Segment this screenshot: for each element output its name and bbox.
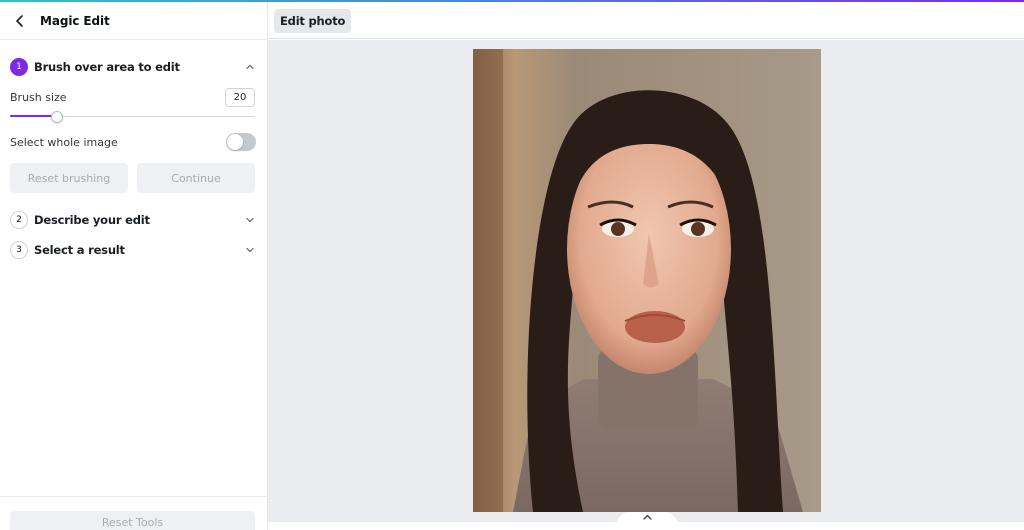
slider-thumb[interactable] xyxy=(50,111,63,123)
back-button[interactable] xyxy=(2,3,38,39)
step-label: Select a result xyxy=(34,243,125,257)
top-toolbar: Edit photo xyxy=(268,2,1024,39)
reset-brushing-button[interactable]: Reset brushing xyxy=(10,163,128,193)
chevron-down-icon xyxy=(244,214,256,226)
step-label: Describe your edit xyxy=(34,213,150,227)
step-brush-area[interactable]: 1 Brush over area to edit xyxy=(10,57,256,77)
step-number-badge: 3 xyxy=(10,241,28,259)
collapse-panel-tab[interactable] xyxy=(616,512,678,530)
magic-edit-panel: Magic Edit 1 Brush over area to edit Bru… xyxy=(0,2,268,530)
portrait-illustration xyxy=(473,49,821,512)
select-whole-image-label: Select whole image xyxy=(10,136,118,149)
brush-size-label: Brush size xyxy=(10,91,67,104)
reset-tools-button[interactable]: Reset Tools xyxy=(10,511,255,530)
chevron-left-icon xyxy=(16,14,23,27)
step-select-result[interactable]: 3 Select a result xyxy=(10,240,256,260)
brush-size-slider[interactable] xyxy=(10,110,255,124)
step-number-badge: 2 xyxy=(10,211,28,229)
panel-header: Magic Edit xyxy=(0,2,267,40)
select-whole-image-toggle[interactable] xyxy=(226,133,256,151)
editor-canvas xyxy=(268,40,1024,522)
step-describe-edit[interactable]: 2 Describe your edit xyxy=(10,210,256,230)
continue-button[interactable]: Continue xyxy=(137,163,255,193)
edit-photo-button[interactable]: Edit photo xyxy=(274,9,352,33)
toggle-knob xyxy=(227,134,243,150)
panel-title: Magic Edit xyxy=(40,13,110,28)
step-label: Brush over area to edit xyxy=(34,60,180,74)
chevron-up-icon xyxy=(244,61,256,73)
portrait-photo[interactable] xyxy=(473,49,821,512)
panel-footer: Reset Tools xyxy=(0,496,267,530)
chevron-up-icon xyxy=(642,514,652,520)
brush-size-input[interactable]: 20 xyxy=(225,88,255,107)
chevron-down-icon xyxy=(244,244,256,256)
step-number-badge: 1 xyxy=(10,58,28,76)
